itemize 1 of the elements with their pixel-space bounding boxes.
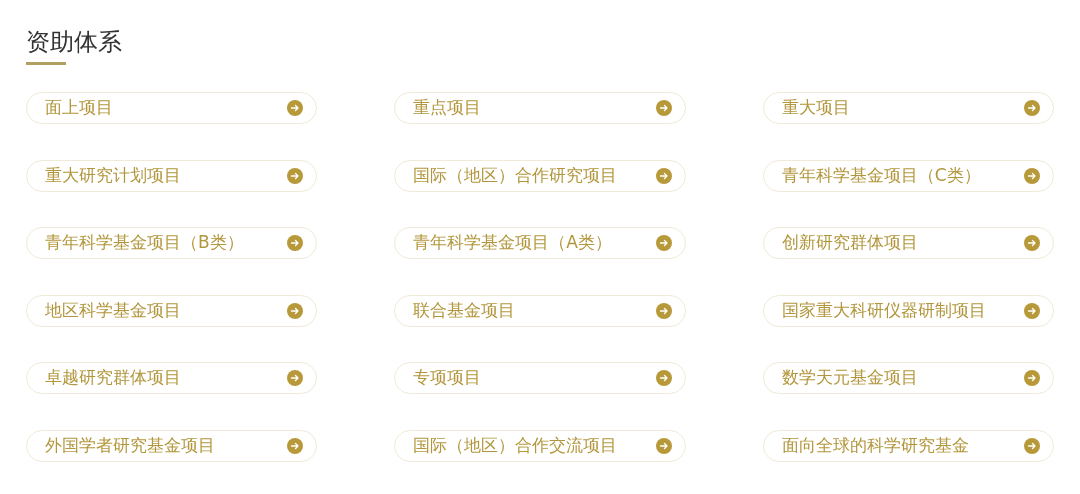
section-title: 资助体系 [26,27,122,58]
